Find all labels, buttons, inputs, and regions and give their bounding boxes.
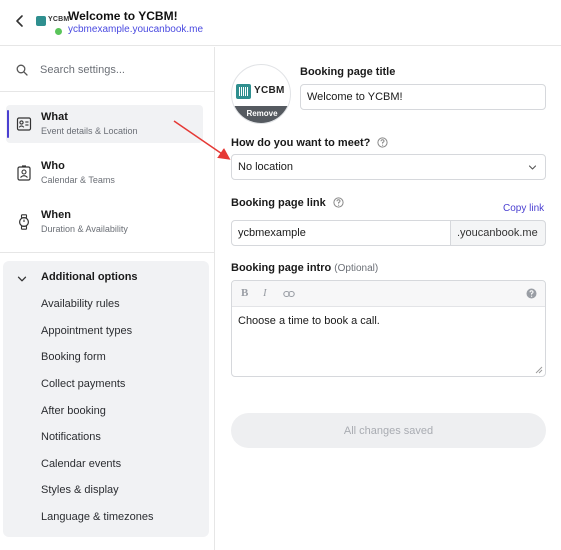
watch-icon (18, 214, 30, 230)
chevron-down-icon (528, 165, 537, 170)
sidebar-item-styles-display[interactable]: Styles & display (41, 484, 119, 496)
main-content: YCBM Remove Booking page title Welcome t… (216, 47, 561, 550)
sidebar-item-who[interactable]: Who Calendar & Teams (6, 154, 203, 192)
online-status-dot (54, 27, 63, 36)
link-icon[interactable] (283, 289, 295, 299)
id-card-icon (16, 117, 32, 131)
additional-options-panel: Additional options Availability rules Ap… (3, 261, 209, 537)
sidebar-item-after-booking[interactable]: After booking (41, 405, 106, 417)
resize-handle-icon[interactable] (535, 366, 543, 374)
italic-button[interactable]: I (263, 287, 267, 299)
top-header: YCBM Welcome to YCBM! ycbmexample.youcan… (0, 0, 561, 46)
sidebar-item-availability-rules[interactable]: Availability rules (41, 298, 120, 310)
booking-intro-editor[interactable]: B I Choose a time to book a call. (231, 280, 546, 377)
sidebar-item-label: What (41, 111, 68, 123)
contact-card-icon (17, 165, 31, 181)
meeting-location-value: No location (238, 161, 294, 173)
help-icon[interactable] (526, 288, 537, 299)
divider (0, 252, 214, 253)
meeting-location-select[interactable]: No location (231, 154, 546, 180)
search-input[interactable] (34, 57, 204, 83)
remove-avatar-button[interactable]: Remove (232, 106, 290, 123)
booking-link-label: Booking page link (231, 197, 344, 209)
chevron-down-icon[interactable] (17, 274, 27, 284)
booking-link-input[interactable]: ycbmexample (231, 220, 451, 246)
sidebar-item-what[interactable]: What Event details & Location (6, 105, 203, 143)
settings-sidebar: What Event details & Location Who Calend… (0, 47, 215, 550)
sidebar-item-calendar-events[interactable]: Calendar events (41, 458, 121, 470)
help-icon[interactable] (333, 197, 344, 208)
editor-toolbar: B I (232, 281, 545, 307)
sidebar-item-sublabel: Event details & Location (41, 126, 138, 136)
additional-options-title[interactable]: Additional options (41, 271, 138, 283)
search-icon (16, 64, 28, 76)
sidebar-item-notifications[interactable]: Notifications (41, 431, 101, 443)
ycbm-logo: YCBM (36, 16, 69, 28)
booking-link-suffix: .youcanbook.me (450, 220, 546, 246)
booking-title-input[interactable]: Welcome to YCBM! (300, 84, 546, 110)
avatar[interactable]: YCBM Remove (231, 64, 291, 124)
copy-link-button[interactable]: Copy link (503, 203, 544, 214)
help-icon[interactable] (377, 137, 389, 148)
sidebar-item-language-timezones[interactable]: Language & timezones (41, 511, 154, 523)
meet-label: How do you want to meet? (231, 137, 389, 149)
sidebar-item-sublabel: Calendar & Teams (41, 175, 115, 185)
booking-intro-label: Booking page intro (Optional) (231, 262, 379, 274)
sidebar-item-appointment-types[interactable]: Appointment types (41, 325, 132, 337)
sidebar-item-collect-payments[interactable]: Collect payments (41, 378, 125, 390)
sidebar-item-label: Who (41, 160, 65, 172)
search-bar (0, 47, 214, 92)
booking-page-url-link[interactable]: ycbmexample.youcanbook.me (68, 24, 203, 35)
sidebar-item-label: When (41, 209, 71, 221)
page-title: Welcome to YCBM! (68, 9, 178, 23)
save-status-button[interactable]: All changes saved (231, 413, 546, 448)
chevron-left-icon[interactable] (12, 13, 28, 29)
sidebar-item-booking-form[interactable]: Booking form (41, 351, 106, 363)
sidebar-item-sublabel: Duration & Availability (41, 224, 128, 234)
ycbm-logo: YCBM (236, 83, 288, 101)
sidebar-item-when[interactable]: When Duration & Availability (6, 203, 203, 241)
bold-button[interactable]: B (241, 287, 248, 299)
optional-tag: (Optional) (334, 263, 379, 274)
booking-intro-text: Choose a time to book a call. (238, 315, 380, 327)
booking-title-label: Booking page title (300, 66, 396, 78)
